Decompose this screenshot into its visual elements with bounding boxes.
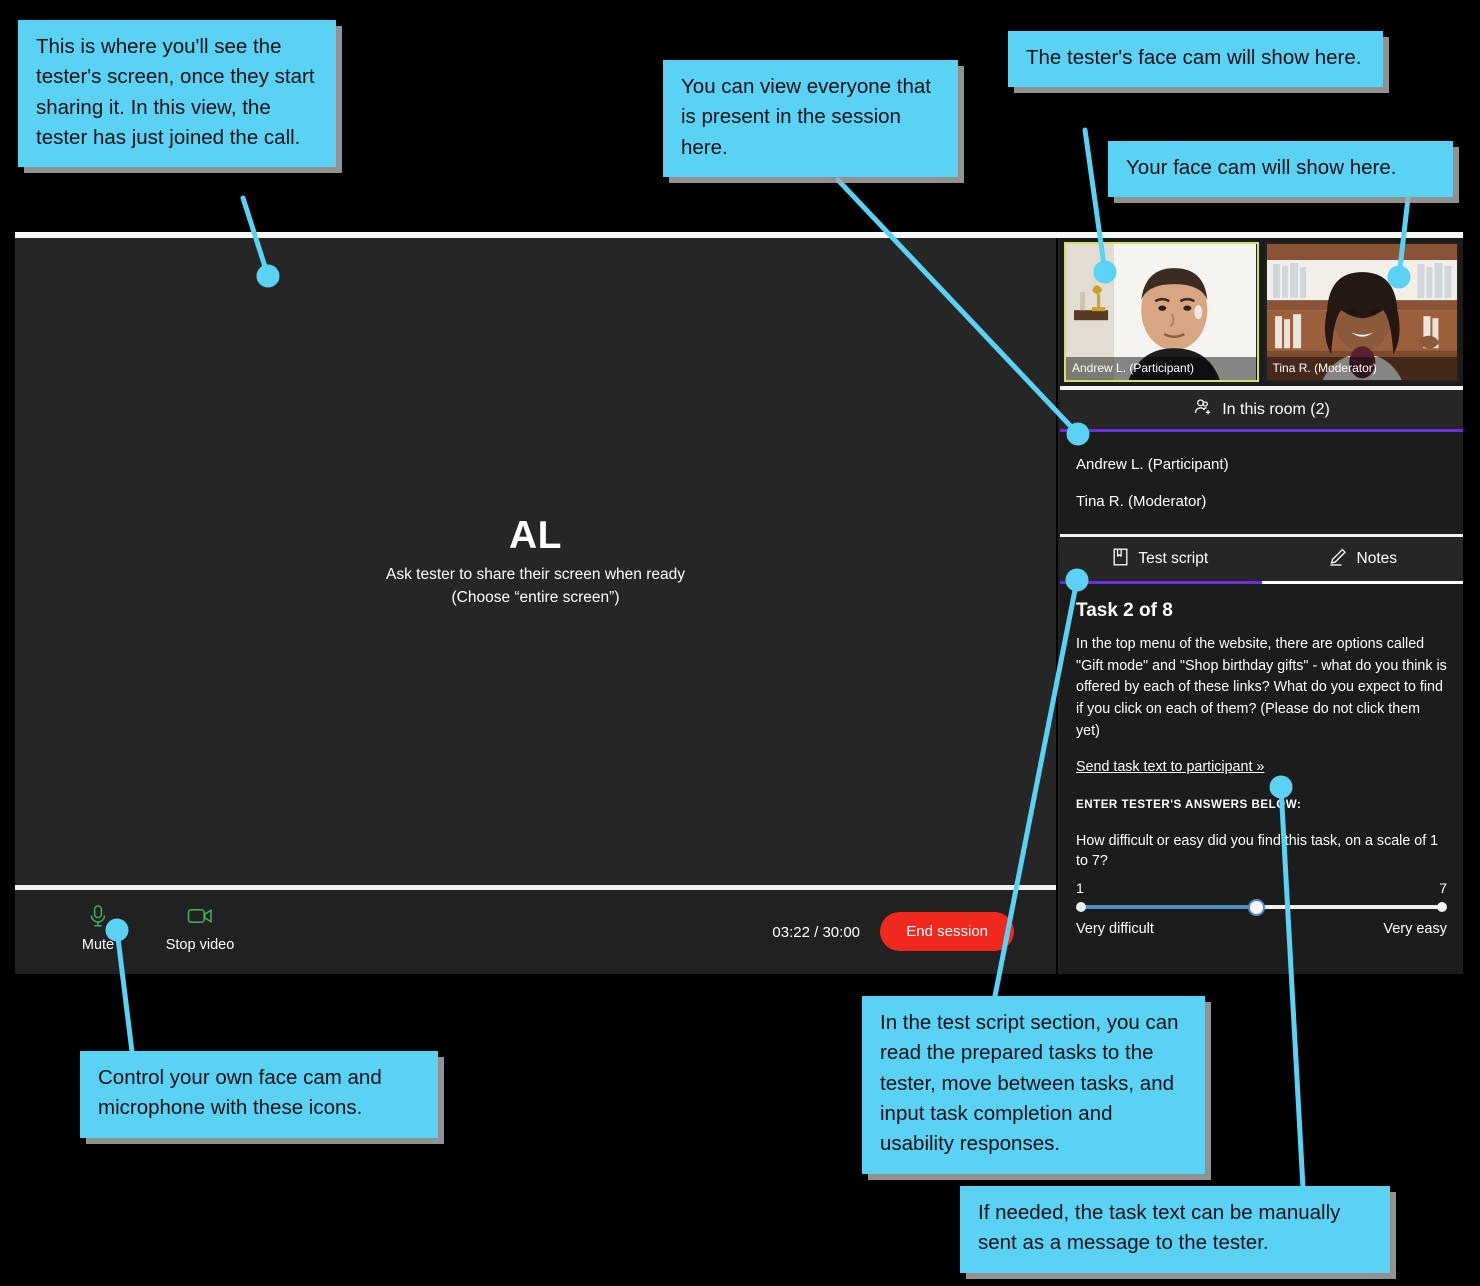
callout-participants: You can view everyone that is present in… <box>663 60 958 177</box>
people-list: Andrew L. (Participant) Tina R. (Moderat… <box>1060 432 1463 537</box>
callout-your-cam: Your face cam will show here. <box>1108 141 1453 198</box>
screen-share-area[interactable]: AL Ask tester to share their screen when… <box>15 238 1056 890</box>
task-title: Task 2 of 8 <box>1076 600 1173 621</box>
task-body: In the top menu of the website, there ar… <box>1076 636 1447 739</box>
share-hint-line1: Ask tester to share their screen when re… <box>386 566 685 584</box>
mute-button-label: Mute <box>81 937 115 953</box>
tab-test-script-label: Test script <box>1138 550 1209 567</box>
send-task-text-link[interactable]: Send task text to participant » <box>1076 759 1264 775</box>
share-hint-line2: (Choose “entire screen”) <box>451 588 620 606</box>
callout-send-task: If needed, the task text can be manually… <box>960 1186 1390 1273</box>
stop-video-button[interactable]: Stop video <box>155 903 245 953</box>
mute-button[interactable]: Mute <box>53 903 143 953</box>
participant-initials: AL <box>509 514 562 558</box>
slider-thumb[interactable] <box>1248 899 1265 917</box>
microphone-icon <box>88 903 108 929</box>
slider-end-dot <box>1437 902 1447 913</box>
people-add-icon <box>1193 398 1213 421</box>
call-control-bar: Mute Stop video 03:22 / 30:00 End sessio… <box>15 890 1056 974</box>
scale-min-label: Very difficult <box>1076 921 1154 938</box>
video-tile-moderator[interactable]: Tina R. (Moderator) <box>1264 242 1459 382</box>
answers-section-label: ENTER TESTER'S ANSWERS BELOW: <box>1076 797 1302 811</box>
video-tile-moderator-label: Tina R. (Moderator) <box>1266 357 1457 380</box>
video-tile-participant-label: Andrew L. (Participant) <box>1066 357 1257 380</box>
video-thumbnail-strip: Andrew L. (Participant) Tina R. (Moderat… <box>1060 238 1463 390</box>
callout-tester-cam: The tester's face cam will show here. <box>1008 31 1383 88</box>
scale-label-row: Very difficult Very easy <box>1076 921 1447 937</box>
slider-fill <box>1080 905 1256 910</box>
callout-screen-share: This is where you'll see the tester's sc… <box>18 20 336 168</box>
document-icon <box>1113 548 1128 571</box>
pencil-icon <box>1328 548 1347 571</box>
scale-number-row: 1 7 <box>1076 880 1447 896</box>
main-stage: AL Ask tester to share their screen when… <box>15 238 1058 974</box>
video-tile-participant[interactable]: Andrew L. (Participant) <box>1064 242 1259 382</box>
scale-max-label: Very easy <box>1383 921 1447 938</box>
camera-icon <box>187 903 213 929</box>
right-side-panel: Andrew L. (Participant) Tina R. (Moderat… <box>1060 238 1463 974</box>
test-script-body: Task 2 of 8 In the top menu of the websi… <box>1060 584 1463 974</box>
difficulty-slider[interactable] <box>1076 899 1447 917</box>
session-app-window: AL Ask tester to share their screen when… <box>15 232 1463 974</box>
screenshot-stage: AL Ask tester to share their screen when… <box>0 0 1480 1286</box>
tab-notes[interactable]: Notes <box>1261 537 1463 584</box>
tab-notes-label: Notes <box>1356 550 1398 567</box>
stop-video-button-label: Stop video <box>165 937 235 953</box>
difficulty-question: How difficult or easy did you find this … <box>1076 832 1439 870</box>
session-timer: 03:22 / 30:00 <box>772 924 860 941</box>
callout-test-script: In the test script section, you can read… <box>862 996 1205 1174</box>
in-this-room-header[interactable]: In this room (2) <box>1060 390 1463 432</box>
callout-controls: Control your own face cam and microphone… <box>80 1051 438 1138</box>
end-session-button[interactable]: End session <box>880 912 1014 951</box>
list-item[interactable]: Andrew L. (Participant) <box>1060 450 1463 487</box>
tab-test-script[interactable]: Test script <box>1060 537 1262 584</box>
scale-min-value: 1 <box>1076 880 1084 897</box>
slider-start-dot <box>1076 902 1086 913</box>
scale-max-value: 7 <box>1439 880 1447 897</box>
panel-tabs: Test script Notes <box>1060 537 1463 584</box>
in-this-room-label: In this room (2) <box>1222 400 1330 418</box>
list-item[interactable]: Tina R. (Moderator) <box>1060 487 1463 524</box>
share-hint: Ask tester to share their screen when re… <box>386 564 685 609</box>
